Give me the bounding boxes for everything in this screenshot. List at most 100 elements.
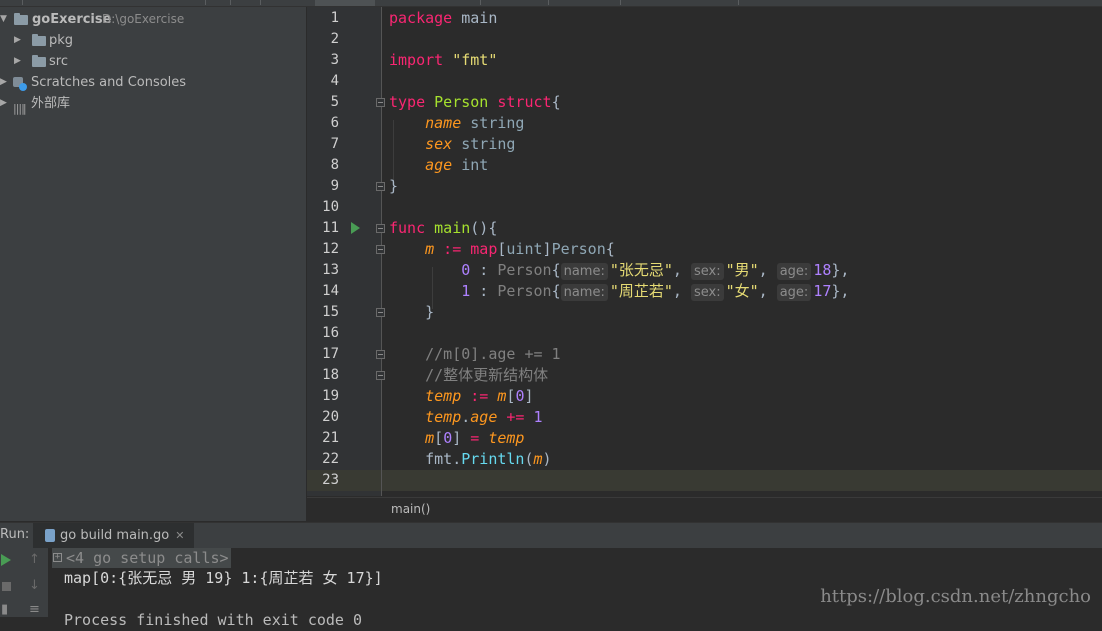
line-number: 17 xyxy=(322,346,339,362)
function-name: main xyxy=(425,219,471,237)
fold-marker[interactable] xyxy=(376,224,385,233)
line-number: 4 xyxy=(330,73,339,89)
code-text: , xyxy=(672,261,691,279)
variable: temp xyxy=(425,387,462,405)
layout-icon[interactable]: ▮ xyxy=(1,602,8,617)
arrow-up-icon[interactable]: ↑ xyxy=(29,552,40,567)
run-label: Run: xyxy=(0,527,30,542)
string-literal: "周芷若" xyxy=(609,282,673,300)
tree-item-label: Scratches and Consoles xyxy=(31,75,187,90)
code-line: 1 : Person{name: "周芷若", sex: "女", age: 17}, xyxy=(389,281,849,302)
code-line: m[0] = temp xyxy=(389,428,524,449)
tree-item-src[interactable]: ▶ src xyxy=(0,51,306,72)
breadcrumb: main() xyxy=(307,497,1102,522)
run-tool-bar: Run: go build main.go ✕ xyxy=(0,522,1102,548)
code-line: fmt.Println(m) xyxy=(389,449,551,470)
tree-item-label: src xyxy=(49,54,68,69)
tree-item-scratches[interactable]: ▶ Scratches and Consoles xyxy=(0,72,306,93)
line-number: 13 xyxy=(322,262,339,278)
code-text: , xyxy=(672,282,691,300)
code-text: ] xyxy=(452,429,462,447)
type-name: int xyxy=(452,156,489,174)
console-output-line: map[0:{张无忌 男 19} 1:{周芷若 女 17}] xyxy=(64,569,383,587)
type-name: Person xyxy=(497,261,552,279)
keyword: import xyxy=(389,51,444,69)
number-literal: 1 xyxy=(461,282,471,300)
chevron-right-icon[interactable]: ▶ xyxy=(14,30,21,51)
arrow-down-icon[interactable]: ↓ xyxy=(29,578,40,593)
code-line: //整体更新结构体 xyxy=(389,365,548,386)
line-number: 6 xyxy=(330,115,339,131)
type-name: string xyxy=(452,135,516,153)
variable: temp xyxy=(425,408,462,426)
watermark: https://blog.csdn.net/zhngcho xyxy=(820,586,1091,607)
tab-separator xyxy=(548,0,549,5)
tree-item-external-libraries[interactable]: ▶ |||‖ 外部库 xyxy=(0,93,306,115)
code-line: type Person struct{ xyxy=(389,92,561,113)
code-text: ] xyxy=(542,240,552,258)
number-literal: 0 xyxy=(443,429,453,447)
line-number: 3 xyxy=(330,52,339,68)
run-gutter-icon[interactable] xyxy=(351,222,360,234)
operator: = xyxy=(461,429,480,447)
keyword: package xyxy=(389,9,453,27)
fold-marker[interactable] xyxy=(376,308,385,317)
parameter-hint: sex: xyxy=(690,263,724,280)
breadcrumb-item[interactable]: main() xyxy=(391,502,430,516)
code-line: temp.age += 1 xyxy=(389,407,542,428)
code-text: (){ xyxy=(470,219,498,237)
code-text: : xyxy=(470,261,498,279)
fold-marker[interactable] xyxy=(376,182,385,191)
code-line: } xyxy=(389,302,434,323)
code-text: [ xyxy=(434,429,444,447)
fold-marker[interactable] xyxy=(376,98,385,107)
tree-item-pkg[interactable]: ▶ pkg xyxy=(0,30,306,51)
tab-separator xyxy=(620,0,621,5)
code-line: func main(){ xyxy=(389,218,497,239)
code-text: { xyxy=(551,261,561,279)
tab-separator xyxy=(738,0,739,5)
rerun-icon[interactable] xyxy=(1,554,11,566)
editor-tab-active[interactable] xyxy=(315,0,375,6)
toolbar-separator xyxy=(260,0,261,5)
type-name: Person xyxy=(551,240,606,258)
top-toolbar-strip xyxy=(0,0,1102,7)
keyword: type xyxy=(389,93,426,111)
project-root-path: D:\goExercise xyxy=(102,12,185,26)
line-number: 22 xyxy=(322,451,339,467)
type-name: Person xyxy=(425,93,489,111)
line-number: 11 xyxy=(322,220,339,236)
line-number: 2 xyxy=(330,31,339,47)
code-text: , xyxy=(758,282,777,300)
fold-marker[interactable] xyxy=(376,245,385,254)
field-name: age xyxy=(425,156,453,174)
expand-icon[interactable]: + xyxy=(53,553,62,562)
project-root[interactable]: ▼ goExercise D:\goExercise xyxy=(0,9,306,30)
chevron-down-icon[interactable]: ▼ xyxy=(0,9,7,30)
code-line: sex string xyxy=(389,134,515,155)
soft-wrap-icon[interactable]: ≡ xyxy=(29,602,40,617)
chevron-right-icon[interactable]: ▶ xyxy=(0,72,7,93)
code-text: } xyxy=(425,303,435,321)
line-number: 14 xyxy=(322,283,339,299)
chevron-right-icon[interactable]: ▶ xyxy=(14,51,21,72)
code-line: package main xyxy=(389,8,497,29)
chevron-right-icon[interactable]: ▶ xyxy=(0,93,7,114)
package-name: fmt xyxy=(425,450,453,468)
toolbar-separator xyxy=(205,0,206,5)
stop-icon[interactable] xyxy=(2,582,11,591)
run-tab[interactable]: go build main.go ✕ xyxy=(33,523,195,548)
parameter-hint: name: xyxy=(560,263,608,280)
collapsed-setup-calls[interactable]: + <4 go setup calls> xyxy=(52,548,231,568)
comment: //整体更新结构体 xyxy=(425,366,549,384)
code-line: m := map[uint]Person{ xyxy=(389,239,615,260)
code-line: } xyxy=(389,176,398,197)
line-number: 15 xyxy=(322,304,339,320)
toolbar-separator xyxy=(22,0,23,5)
type-name: Person xyxy=(497,282,552,300)
fold-marker[interactable] xyxy=(376,350,385,359)
run-side-toolbar: ↑ ↓ ▮ ≡ xyxy=(0,548,48,617)
close-icon[interactable]: ✕ xyxy=(175,529,184,542)
fold-marker[interactable] xyxy=(376,371,385,380)
code-text: { xyxy=(551,93,561,111)
